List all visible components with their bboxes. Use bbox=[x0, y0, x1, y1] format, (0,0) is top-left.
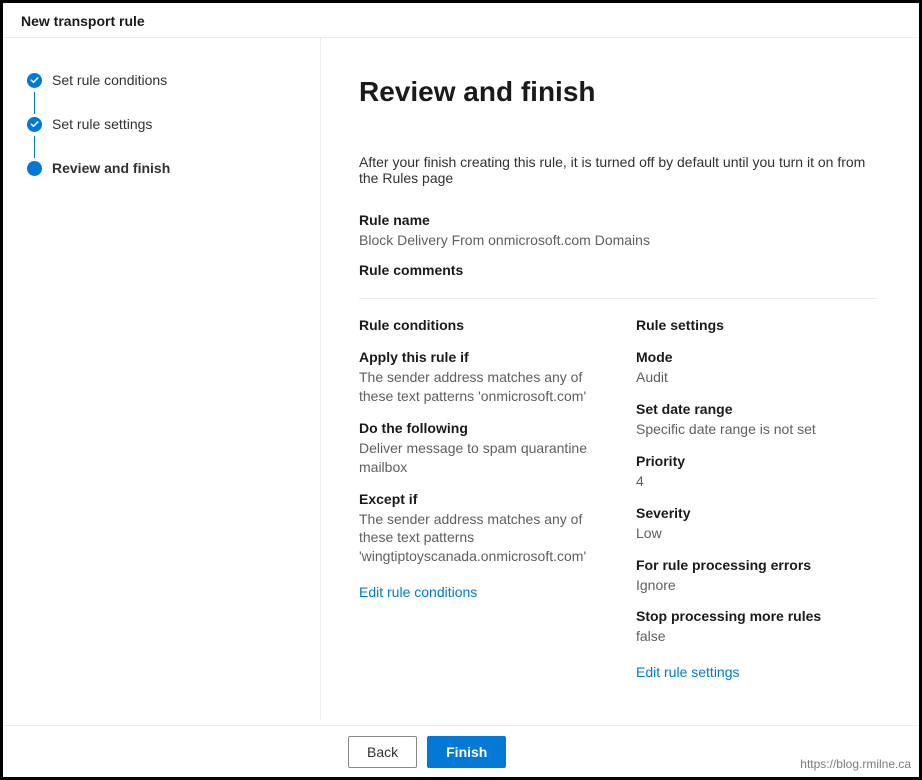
intro-text: After your finish creating this rule, it… bbox=[359, 154, 877, 186]
severity-value: Low bbox=[636, 524, 877, 543]
except-block: Except if The sender address matches any… bbox=[359, 491, 600, 567]
severity-block: Severity Low bbox=[636, 505, 877, 543]
step-settings[interactable]: Set rule settings bbox=[27, 116, 302, 132]
conditions-column: Rule conditions Apply this rule if The s… bbox=[359, 317, 600, 680]
back-button[interactable]: Back bbox=[348, 736, 417, 768]
page-title: Review and finish bbox=[359, 76, 877, 108]
do-value: Deliver message to spam quarantine mailb… bbox=[359, 439, 600, 477]
summary-columns: Rule conditions Apply this rule if The s… bbox=[359, 317, 877, 680]
step-label: Review and finish bbox=[52, 160, 170, 176]
priority-label: Priority bbox=[636, 453, 877, 469]
rule-name-field: Rule name Block Delivery From onmicrosof… bbox=[359, 212, 877, 248]
mode-label: Mode bbox=[636, 349, 877, 365]
rule-name-value: Block Delivery From onmicrosoft.com Doma… bbox=[359, 232, 877, 248]
checkmark-icon bbox=[27, 117, 42, 132]
apply-value: The sender address matches any of these … bbox=[359, 368, 600, 406]
step-label: Set rule settings bbox=[52, 116, 152, 132]
edit-conditions-link[interactable]: Edit rule conditions bbox=[359, 584, 477, 600]
conditions-heading: Rule conditions bbox=[359, 317, 600, 333]
apply-block: Apply this rule if The sender address ma… bbox=[359, 349, 600, 406]
date-value: Specific date range is not set bbox=[636, 420, 877, 439]
stop-value: false bbox=[636, 627, 877, 646]
date-label: Set date range bbox=[636, 401, 877, 417]
mode-value: Audit bbox=[636, 368, 877, 387]
dialog-title: New transport rule bbox=[21, 13, 901, 29]
dialog-body: Set rule conditions Set rule settings Re… bbox=[3, 38, 919, 720]
settings-heading: Rule settings bbox=[636, 317, 877, 333]
step-conditions[interactable]: Set rule conditions bbox=[27, 72, 302, 88]
current-step-icon bbox=[27, 161, 42, 176]
edit-settings-link[interactable]: Edit rule settings bbox=[636, 664, 740, 680]
step-label: Set rule conditions bbox=[52, 72, 167, 88]
dialog-footer: Back Finish bbox=[3, 725, 919, 777]
priority-block: Priority 4 bbox=[636, 453, 877, 491]
dialog-header: New transport rule bbox=[3, 3, 919, 38]
rule-comments-field: Rule comments bbox=[359, 262, 877, 278]
do-block: Do the following Deliver message to spam… bbox=[359, 420, 600, 477]
severity-label: Severity bbox=[636, 505, 877, 521]
checkmark-icon bbox=[27, 73, 42, 88]
main-panel: Review and finish After your finish crea… bbox=[321, 38, 919, 720]
mode-block: Mode Audit bbox=[636, 349, 877, 387]
step-review[interactable]: Review and finish bbox=[27, 160, 302, 176]
except-value: The sender address matches any of these … bbox=[359, 510, 600, 567]
priority-value: 4 bbox=[636, 472, 877, 491]
errors-value: Ignore bbox=[636, 576, 877, 595]
except-label: Except if bbox=[359, 491, 600, 507]
errors-block: For rule processing errors Ignore bbox=[636, 557, 877, 595]
apply-label: Apply this rule if bbox=[359, 349, 600, 365]
stop-block: Stop processing more rules false bbox=[636, 608, 877, 646]
rule-comments-label: Rule comments bbox=[359, 262, 877, 278]
date-block: Set date range Specific date range is no… bbox=[636, 401, 877, 439]
do-label: Do the following bbox=[359, 420, 600, 436]
divider bbox=[359, 298, 877, 299]
finish-button[interactable]: Finish bbox=[427, 736, 506, 768]
rule-name-label: Rule name bbox=[359, 212, 877, 228]
stop-label: Stop processing more rules bbox=[636, 608, 877, 624]
settings-column: Rule settings Mode Audit Set date range … bbox=[636, 317, 877, 680]
wizard-steps: Set rule conditions Set rule settings Re… bbox=[3, 38, 321, 720]
errors-label: For rule processing errors bbox=[636, 557, 877, 573]
